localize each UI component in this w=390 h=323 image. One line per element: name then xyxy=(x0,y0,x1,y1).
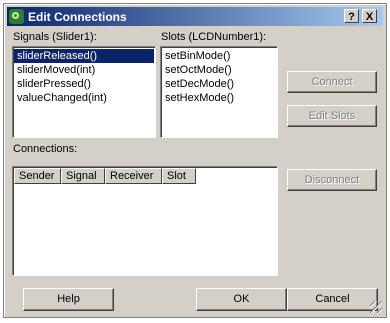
column-header[interactable]: Receiver xyxy=(105,168,162,184)
signal-item[interactable]: sliderReleased() xyxy=(14,49,154,63)
help-title-button[interactable]: ? xyxy=(344,9,359,23)
connections-label: Connections: xyxy=(13,143,78,155)
slot-item[interactable]: setDecMode() xyxy=(162,77,276,91)
slot-item[interactable]: setHexMode() xyxy=(162,91,276,105)
slots-list[interactable]: setBinMode() setOctMode() setDecMode() s… xyxy=(160,46,278,138)
signals-list[interactable]: sliderReleased() sliderMoved(int) slider… xyxy=(12,46,156,138)
connections-table[interactable]: Sender Signal Receiver Slot xyxy=(12,166,278,276)
ok-button[interactable]: OK xyxy=(196,288,287,311)
slots-label: Slots (LCDNumber1): xyxy=(161,31,267,43)
slot-item[interactable]: setBinMode() xyxy=(162,49,276,63)
slot-item[interactable]: setOctMode() xyxy=(162,63,276,77)
disconnect-button[interactable]: Disconnect xyxy=(287,169,377,191)
edit-connections-dialog: Edit Connections ? X Signals (Slider1): … xyxy=(3,3,387,318)
close-button[interactable]: X xyxy=(362,9,377,23)
column-header[interactable]: Slot xyxy=(162,168,196,184)
help-button[interactable]: Help xyxy=(23,288,114,311)
resize-grip-icon[interactable] xyxy=(370,301,382,313)
cancel-button[interactable]: Cancel xyxy=(287,288,378,311)
edit-slots-button[interactable]: Edit Slots xyxy=(287,105,377,127)
signal-item[interactable]: sliderMoved(int) xyxy=(14,63,154,77)
app-icon xyxy=(9,9,24,24)
column-header[interactable]: Signal xyxy=(61,168,105,184)
signal-item[interactable]: valueChanged(int) xyxy=(14,91,154,105)
connect-button[interactable]: Connect xyxy=(287,71,377,93)
signals-label: Signals (Slider1): xyxy=(13,31,97,43)
signal-item[interactable]: sliderPressed() xyxy=(14,77,154,91)
column-header[interactable]: Sender xyxy=(14,168,61,184)
title-bar[interactable]: Edit Connections ? X xyxy=(7,7,383,26)
table-header: Sender Signal Receiver Slot xyxy=(13,167,277,184)
window-title: Edit Connections xyxy=(28,10,127,24)
